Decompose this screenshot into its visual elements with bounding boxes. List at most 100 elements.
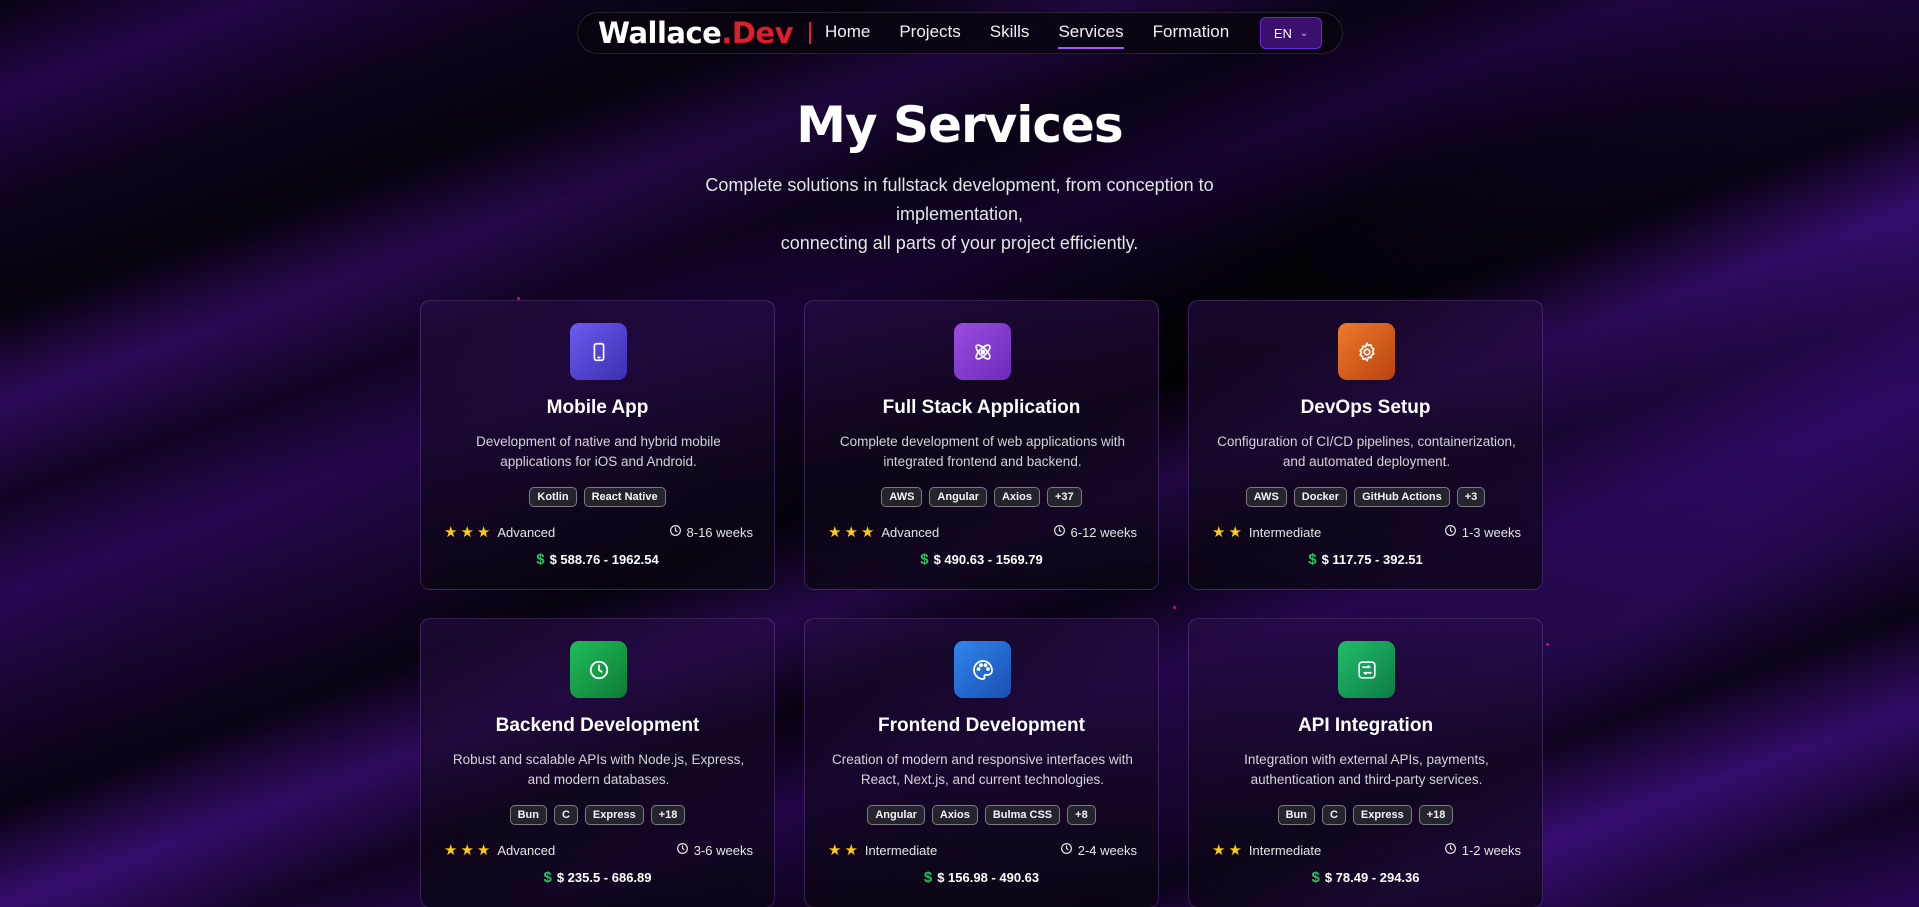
price-range: $ $ 235.5 - 686.89 [421,869,774,886]
price-range: $ $ 490.63 - 1569.79 [805,551,1158,568]
gear-icon [1338,323,1395,380]
duration: 3-6 weeks [676,842,753,858]
service-meta: ★ ★ ★ Advanced 8-16 weeks [444,523,753,541]
duration: 6-12 weeks [1053,524,1137,540]
star-icon: ★ [444,842,458,859]
star-icon: ★ [460,524,474,541]
star-icon: ★ [1228,842,1242,859]
service-description: Robust and scalable APIs with Node.js, E… [452,752,745,787]
duration: 8-16 weeks [669,524,753,540]
price-text: $ 78.49 - 294.36 [1324,870,1420,885]
star-icon: ★ [444,524,458,541]
nav-link-projects[interactable]: Projects [899,22,960,45]
difficulty-level: Advanced [497,842,556,858]
price-text: $ 588.76 - 1962.54 [549,552,659,567]
nav-link-home[interactable]: Home [825,22,870,45]
service-card[interactable]: Full Stack Application Complete developme… [804,300,1159,590]
duration-text: 2-4 weeks [1077,842,1137,858]
tech-tag: Docker [1293,487,1348,507]
price-text: $ 490.63 - 1569.79 [933,552,1043,567]
chevron-down-icon: ⌄ [1299,27,1309,39]
dollar-icon: $ [1308,551,1317,568]
difficulty-rating: ★ ★ ★ Advanced [828,523,939,541]
api-icon [1338,641,1395,698]
star-icon: ★ [844,842,858,859]
duration-text: 6-12 weeks [1070,524,1137,540]
dollar-icon: $ [920,551,929,568]
difficulty-level: Advanced [497,524,556,540]
service-card[interactable]: Frontend Development Creation of modern a… [804,618,1159,907]
decorative-dot [1546,643,1549,646]
duration-text: 1-2 weeks [1461,842,1521,858]
service-description: Integration with external APIs, payments… [1244,752,1489,787]
service-title: Mobile App [546,397,649,418]
difficulty-level: Intermediate [864,842,938,858]
palette-icon [954,641,1011,698]
clock-icon [570,641,627,698]
star-icon: ★ [1212,524,1226,541]
price-text: $ 156.98 - 490.63 [937,870,1040,885]
dollar-icon: $ [923,869,933,886]
price-range: $ $ 156.98 - 490.63 [805,869,1158,886]
tech-tag: +18 [650,805,686,825]
service-description: Configuration of CI/CD pipelines, contai… [1217,434,1516,469]
tech-tag: +18 [1418,805,1454,825]
service-title: API Integration [1297,715,1434,736]
tech-tag: AWS [881,487,923,507]
service-meta: ★ ★ Intermediate 1-2 weeks [1212,841,1521,859]
tech-tags: Bun C Express +18 [1189,805,1542,825]
tech-tag: +37 [1046,487,1082,507]
language-label: EN [1273,25,1292,41]
tech-tag: C [553,805,578,825]
star-icon: ★ [1228,524,1242,541]
star-icon: ★ [476,524,491,541]
price-text: $ 235.5 - 686.89 [556,870,652,885]
price-range: $ $ 78.49 - 294.36 [1189,869,1542,886]
duration: 1-2 weeks [1444,842,1521,858]
service-meta: ★ ★ Intermediate 1-3 weeks [1212,523,1521,541]
service-card[interactable]: API Integration Integration with external… [1188,618,1543,907]
tech-tags: Kotlin React Native [421,487,774,507]
duration-text: 3-6 weeks [693,842,753,858]
nav-link-skills[interactable]: Skills [990,22,1030,45]
subtitle-line-2: connecting all parts of your project eff… [780,233,1139,253]
tech-tag: +8 [1067,805,1096,825]
dollar-icon: $ [543,869,552,886]
clock-icon [1444,524,1457,540]
nav-link-formation[interactable]: Formation [1153,22,1230,45]
difficulty-rating: ★ ★ ★ Advanced [444,841,555,859]
tech-tag: Angular [867,805,925,825]
star-icon: ★ [860,524,875,541]
star-icon: ★ [460,842,474,859]
difficulty-rating: ★ ★ Intermediate [828,841,937,859]
nav-link-services[interactable]: Services [1058,22,1124,49]
service-title: Full Stack Application [882,397,1081,418]
service-card[interactable]: Mobile App Development of native and hybr… [420,300,775,590]
logo-main: Wallace [598,16,722,50]
service-title: Frontend Development [878,715,1085,736]
service-title: Backend Development [495,715,700,736]
page-title: My Services [796,96,1123,154]
star-icon: ★ [476,842,491,859]
language-select[interactable]: EN ⌄ [1260,17,1322,49]
tech-tag: Axios [931,805,978,825]
logo[interactable]: Wallace .Dev [598,16,794,50]
service-description: Complete development of web applications… [839,434,1126,469]
page-subtitle: Complete solutions in fullstack developm… [640,171,1279,258]
nav-divider [809,22,811,44]
clock-icon [1060,842,1073,858]
duration: 2-4 weeks [1060,842,1137,858]
difficulty-rating: ★ ★ Intermediate [1212,841,1321,859]
tech-tag: Angular [929,487,987,507]
star-icon: ★ [828,524,842,541]
decorative-dot [1173,606,1176,609]
difficulty-rating: ★ ★ ★ Advanced [444,523,555,541]
price-range: $ $ 117.75 - 392.51 [1189,551,1542,568]
service-card[interactable]: Backend Development Robust and scalable A… [420,618,775,907]
star-icon: ★ [828,842,842,859]
service-card[interactable]: DevOps Setup Configuration of CI/CD pipel… [1188,300,1543,590]
tech-tag: GitHub Actions [1354,487,1450,507]
difficulty-level: Advanced [881,524,940,540]
subtitle-line-1: Complete solutions in fullstack developm… [705,175,1214,224]
price-range: $ $ 588.76 - 1962.54 [421,551,774,568]
